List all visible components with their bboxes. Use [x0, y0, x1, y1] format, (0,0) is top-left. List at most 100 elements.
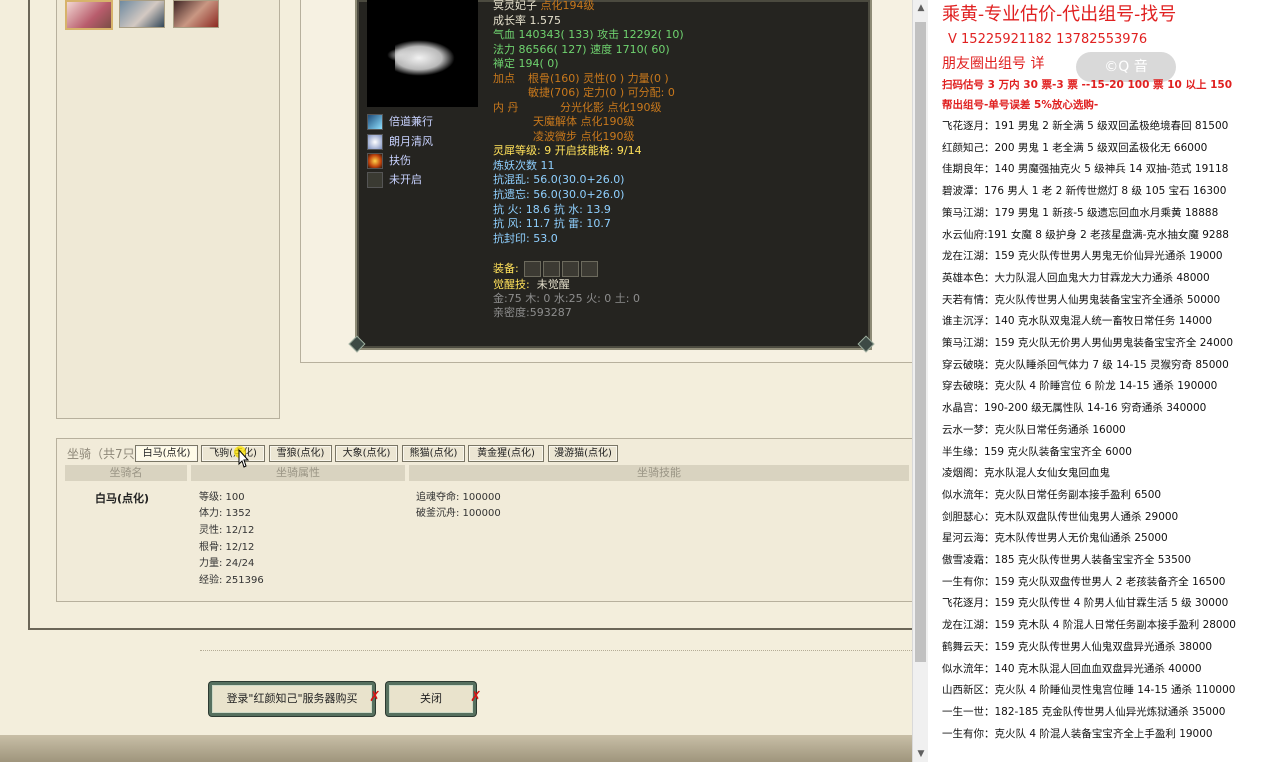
mount-tab[interactable]: 大象(点化) — [335, 445, 398, 462]
inner-core-label: 内 丹 — [493, 101, 519, 114]
equip-slot[interactable] — [581, 261, 599, 277]
resist-fire-water: 抗 火: 18.6 抗 水: 13.9 — [493, 203, 611, 216]
account-listing-item: 剑胆瑟心：克木队双盘队传世仙鬼男人通杀 29000 — [942, 510, 1179, 523]
account-listing-item: 一生一世：182-185 克金队传世男人仙异光炼狱通杀 35000 — [942, 705, 1226, 718]
mount-name: 白马(点化) — [95, 492, 150, 505]
equip-slot[interactable] — [524, 261, 542, 277]
account-listing-item: 飞花逐月：191 男鬼 2 新全满 5 级双回孟极绝境春回 81500 — [942, 120, 1229, 132]
mount-skill: 追魂夺命: 100000 — [416, 492, 501, 503]
soul-level: 灵犀等级: 9 开启技能格: 9/14 — [493, 144, 642, 157]
pet-name-row: 冥灵妃子 点化194级 — [493, 0, 595, 12]
buy-on-server-button[interactable]: 登录"红颜知己"服务器购买 — [209, 682, 375, 716]
account-listing-item: 龙在江湖：159 克火队传世男人男鬼无价仙异光通杀 19000 — [942, 250, 1223, 263]
account-listing-item: 水晶宫：190-200 级无属性队 14-16 穷奇通杀 340000 — [942, 402, 1207, 415]
divider — [200, 650, 912, 651]
mount-col-attr: 坐骑属性 — [191, 465, 405, 481]
pricing-note: 帮出组号-单号误差 5%放心选购- — [942, 99, 1099, 111]
fire-icon — [367, 153, 383, 169]
account-listing-item: 碧波潭：176 男人 1 老 2 新传世燃灯 8 级 105 宝石 16300 — [942, 185, 1227, 198]
element-stats: 金:75 木: 0 水:25 火: 0 土: 0 — [493, 292, 640, 305]
account-listing-item: 傲雪凌霜：185 克火队传世男人装备宝宝齐全 53500 — [942, 554, 1192, 566]
pet-mp-spd: 法力 86566( 127) 速度 1710( 60) — [493, 43, 670, 56]
scrollbar-thumb[interactable] — [915, 22, 926, 662]
character-avatar-2[interactable] — [119, 0, 165, 28]
scroll-up-arrow-icon[interactable]: ▲ — [913, 0, 929, 16]
resist-forget: 抗遗忘: 56.0(30.0+26.0) — [493, 188, 625, 201]
resist-wind-thunder: 抗 风: 11.7 抗 雷: 10.7 — [493, 217, 611, 230]
game-window: 倍道兼行 朗月清风 扶伤 未开启 冥灵妃子 点化194级 成长率 1.575 气… — [0, 0, 912, 762]
scroll-down-arrow-icon[interactable]: ▼ — [913, 746, 929, 762]
mount-attr: 根骨: 12/12 — [199, 542, 255, 553]
pet-skill[interactable]: 倍道兼行 — [367, 113, 433, 131]
account-listing-item: 穿去破晓：克火队 4 阶睡宫位 6 阶龙 14-15 通杀 190000 — [942, 380, 1218, 393]
pet-portrait — [367, 0, 478, 107]
account-listing-item: 似水流年：克火队日常任务副本接手盈利 6500 — [942, 488, 1162, 501]
mount-attr: 力量: 24/24 — [199, 558, 255, 569]
account-listing-item: 半生缘：159 克火队装备宝宝齐全 6000 — [942, 445, 1132, 458]
moon-icon — [367, 134, 383, 150]
vertical-scrollbar[interactable]: ▲ ▼ — [912, 0, 929, 762]
mount-attr: 等级: 100 — [199, 492, 245, 503]
mount-attr: 灵性: 12/12 — [199, 525, 255, 536]
account-listing-item: 策马江湖：179 男鬼 1 新孩-5 级遗忘回血水月乘黄 18888 — [942, 206, 1219, 219]
pricing-note: 扫码估号 3 万内 30 票-3 票 --15-20 100 票 10 以上 1… — [942, 79, 1233, 91]
mount-tab[interactable]: 飞驹(点化) — [201, 445, 265, 462]
account-listing-item: 策马江湖：159 克火队无价男人男仙男鬼装备宝宝齐全 24000 — [942, 337, 1234, 349]
close-x-icon: ✗ — [369, 689, 381, 705]
equip-slot[interactable] — [543, 261, 561, 277]
refine-count: 炼妖次数 11 — [493, 159, 555, 172]
pet-growth: 成长率 1.575 — [493, 14, 561, 27]
seller-phone: V 15225921182 13782553976 — [948, 32, 1148, 47]
team-panel — [56, 0, 280, 419]
pet-points-row1: 根骨(160) 灵性(0 ) 力量(0 ) — [528, 72, 669, 85]
mount-attr: 体力: 1352 — [199, 508, 251, 519]
awaken-row: 觉醒技: 未觉醒 — [493, 278, 570, 291]
pet-points-label: 加点 — [493, 72, 515, 85]
pointer-cursor-icon — [234, 446, 250, 468]
inner-core-2: 天魔解体 点化190级 — [533, 115, 635, 128]
seller-listing-panel: 乘黄-专业估价-代出组号-找号 V 15225921182 1378255397… — [928, 0, 1280, 762]
account-listing-item: 佳期良年：140 男魔强抽克火 5 级神兵 14 双抽-范式 19118 — [942, 163, 1229, 176]
resist-chaos: 抗混乱: 56.0(30.0+26.0) — [493, 173, 625, 186]
pet-skill[interactable]: 朗月清风 — [367, 133, 433, 151]
account-listing-item: 鹤舞云天：159 克火队传世男人仙鬼双盘异光通杀 38000 — [942, 640, 1213, 653]
locked-icon — [367, 172, 383, 188]
mount-panel: 坐骑（共7只 白马(点化) 飞驹(点化) 雪狼(点化) 大象(点化) 熊猫(点化… — [56, 438, 912, 602]
close-button[interactable]: 关闭 — [386, 682, 476, 716]
account-listing-item: 谁主沉浮：140 克水队双鬼混人统一畜牧日常任务 14000 — [942, 315, 1213, 328]
mount-col-skill: 坐骑技能 — [409, 465, 909, 481]
account-listing-item: 似水流年：140 克木队混人回血血双盘异光通杀 40000 — [942, 662, 1202, 675]
account-listing-item: 英雄本色：大力队混人回血鬼大力甘霖龙大力通杀 48000 — [942, 271, 1210, 284]
mount-panel-title: 坐骑（共7只 — [67, 447, 135, 461]
pet-hp-atk: 气血 140343( 133) 攻击 12292( 10) — [493, 28, 684, 41]
character-avatar-3[interactable] — [173, 0, 219, 28]
mount-tab[interactable]: 雪狼(点化) — [269, 445, 332, 462]
intimacy: 亲密度:593287 — [493, 306, 572, 319]
pet-points-row2: 敏捷(706) 定力(0 ) 可分配: 0 — [528, 86, 675, 99]
equip-slot[interactable] — [562, 261, 580, 277]
mount-tab[interactable]: 熊猫(点化) — [402, 445, 465, 462]
seller-subtitle: 朋友圈出组号 详 — [942, 56, 1045, 72]
inner-core-3: 凌波微步 点化190级 — [533, 130, 635, 143]
mount-col-name: 坐骑名 — [65, 465, 187, 481]
mount-tab[interactable]: 黄金猩(点化) — [468, 445, 544, 462]
mount-attr: 经验: 251396 — [199, 575, 264, 586]
pet-skill[interactable]: 扶伤 — [367, 152, 411, 170]
account-listing-item: 一生有你：克火队 4 阶混人装备宝宝齐全上手盈利 19000 — [942, 727, 1213, 740]
account-listing-item: 红颜知己：200 男鬼 1 老全满 5 级双回孟极化无 66000 — [942, 141, 1208, 154]
close-x-icon: ✗ — [470, 689, 482, 705]
account-listing-item: 山西新区：克火队 4 阶睡仙灵性鬼宫位睡 14-15 通杀 110000 — [942, 684, 1236, 697]
account-listing-item: 云水一梦：克火队日常任务通杀 16000 — [942, 423, 1126, 436]
mount-tab[interactable]: 白马(点化) — [135, 445, 198, 462]
account-listing-item: 星河云海：克木队传世男人无价鬼仙通杀 25000 — [942, 532, 1168, 545]
mount-tab[interactable]: 漫游猫(点化) — [548, 445, 618, 462]
account-listing-item: 天若有情：克火队传世男人仙男鬼装备宝宝齐全通杀 50000 — [942, 293, 1221, 306]
character-avatar-1[interactable] — [65, 0, 113, 30]
pet-skill[interactable]: 未开启 — [367, 171, 422, 189]
inner-core-1: 分光化影 点化190级 — [560, 101, 662, 114]
account-listing-item: 一生有你：159 克火队双盘传世男人 2 老孩装备齐全 16500 — [942, 575, 1226, 588]
bottom-border — [0, 735, 912, 762]
account-listing-item: 穿云破晓：克火队睡杀回气体力 7 级 14-15 灵猴穷奇 85000 — [942, 358, 1229, 371]
account-listing-item: 飞花逐月：159 克火队传世 4 阶男人仙甘霖生活 5 级 30000 — [942, 597, 1229, 610]
account-listing-item: 水云仙府:191 女魔 8 级护身 2 老孩星盘满-克水抽女魔 9288 — [942, 228, 1229, 241]
